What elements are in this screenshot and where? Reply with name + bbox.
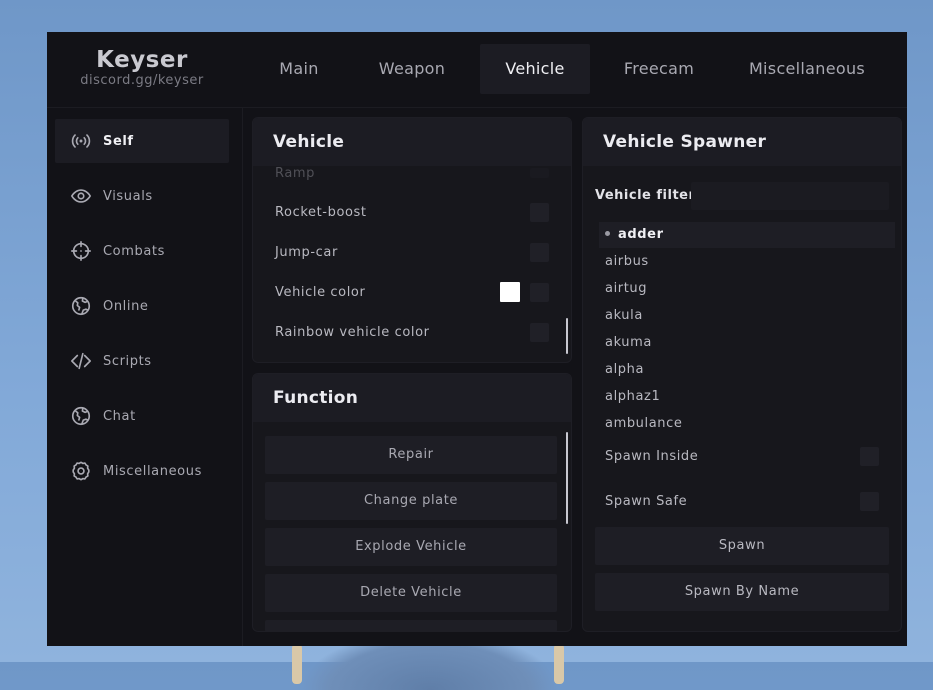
vehicle-list: adder airbus airtug akula akuma alpha al…	[599, 222, 897, 428]
vehicle-spawner-title: Vehicle Spawner	[583, 118, 901, 166]
vehicle-item-airbus[interactable]: airbus	[599, 249, 895, 275]
option-label: Spawn Inside	[605, 448, 699, 464]
spawn-safe-checkbox[interactable]	[860, 491, 879, 511]
eye-icon	[69, 184, 93, 208]
tab-main[interactable]: Main	[259, 44, 339, 94]
sidebar-item-label: Online	[103, 298, 149, 314]
jump-car-checkbox[interactable]	[530, 242, 549, 262]
vehicle-item-ambulance[interactable]: ambulance	[599, 411, 895, 428]
sidebar-item-chat[interactable]: Chat	[55, 394, 229, 438]
tab-weapon[interactable]: Weapon	[362, 44, 462, 94]
option-label: Rocket-boost	[275, 204, 367, 220]
option-spawn-inside: Spawn Inside	[605, 445, 879, 467]
rocket-boost-checkbox[interactable]	[530, 202, 549, 222]
sidebar-item-miscellaneous[interactable]: Miscellaneous	[55, 449, 229, 493]
vehicle-panel: Vehicle Ramp Rocket-boost Jump-car Vehic…	[252, 117, 572, 363]
spawn-by-name-button[interactable]: Spawn By Name	[595, 573, 889, 611]
vehicle-spawner-panel: Vehicle Spawner Vehicle filter adder air…	[582, 117, 902, 632]
selected-dot-icon	[605, 231, 610, 236]
sidebar-item-label: Scripts	[103, 353, 152, 369]
vehicle-color-swatch[interactable]	[500, 282, 520, 302]
sidebar-item-label: Chat	[103, 408, 136, 424]
repair-button[interactable]: Repair	[265, 436, 557, 474]
function-panel: Function Repair Change plate Explode Veh…	[252, 373, 572, 632]
sidebar-item-label: Miscellaneous	[103, 463, 202, 479]
globe-icon	[69, 294, 93, 318]
spawn-inside-checkbox[interactable]	[860, 446, 879, 466]
vehicle-item-akuma[interactable]: akuma	[599, 330, 895, 356]
option-label: Spawn Safe	[605, 493, 688, 509]
brand-title: Keyser	[96, 47, 188, 73]
option-rainbow-vehicle-color: Rainbow vehicle color	[275, 321, 549, 343]
vehicle-filter-input[interactable]	[691, 182, 889, 210]
brand: Keyser discord.gg/keyser	[47, 46, 237, 88]
tab-freecam[interactable]: Freecam	[609, 44, 709, 94]
globe-icon	[69, 404, 93, 428]
sidebar-item-label: Visuals	[103, 188, 153, 204]
option-label: Vehicle color	[275, 284, 366, 300]
option-jump-car: Jump-car	[275, 241, 549, 263]
delete-vehicle-button[interactable]: Delete Vehicle	[265, 574, 557, 612]
explode-vehicle-button[interactable]: Explode Vehicle	[265, 528, 557, 566]
menu-window: Keyser discord.gg/keyser Main Weapon Veh…	[47, 32, 907, 646]
sidebar-item-online[interactable]: Online	[55, 284, 229, 328]
gear-icon	[69, 459, 93, 483]
option-ramp: Ramp	[275, 162, 549, 184]
spawn-button[interactable]: Spawn	[595, 527, 889, 565]
crosshair-icon	[69, 239, 93, 263]
function-scrollbar[interactable]	[566, 432, 568, 524]
vehicle-scrollbar[interactable]	[566, 318, 568, 354]
sidebar-item-self[interactable]: Self	[55, 119, 229, 163]
sidebar: Self Visuals Combats Online Scripts Chat…	[47, 108, 243, 646]
option-label: Jump-car	[275, 244, 338, 260]
option-vehicle-color: Vehicle color	[275, 281, 549, 303]
tab-miscellaneous[interactable]: Miscellaneous	[735, 44, 879, 94]
option-label: Ramp	[275, 165, 316, 181]
vehicle-item-alpha[interactable]: alpha	[599, 357, 895, 383]
change-plate-button[interactable]: Change plate	[265, 482, 557, 520]
menu-header: Keyser discord.gg/keyser Main Weapon Veh…	[47, 32, 907, 108]
vehicle-color-checkbox[interactable]	[530, 282, 549, 302]
brand-subtitle: discord.gg/keyser	[80, 73, 204, 88]
sidebar-item-visuals[interactable]: Visuals	[55, 174, 229, 218]
ramp-checkbox[interactable]	[530, 168, 549, 178]
vehicle-panel-title: Vehicle	[253, 118, 571, 166]
vehicle-item-label: adder	[618, 227, 664, 242]
broadcast-icon	[69, 129, 93, 153]
option-spawn-safe: Spawn Safe	[605, 490, 879, 512]
code-icon	[69, 349, 93, 373]
sidebar-item-label: Self	[103, 133, 134, 149]
tab-vehicle[interactable]: Vehicle	[480, 44, 590, 94]
sidebar-item-combats[interactable]: Combats	[55, 229, 229, 273]
function-panel-title: Function	[253, 374, 571, 422]
vehicle-item-akula[interactable]: akula	[599, 303, 895, 329]
vehicle-item-alphaz1[interactable]: alphaz1	[599, 384, 895, 410]
option-rocket-boost: Rocket-boost	[275, 201, 549, 223]
rainbow-vehicle-color-checkbox[interactable]	[530, 322, 549, 342]
next-function-button[interactable]	[265, 620, 557, 631]
sidebar-item-scripts[interactable]: Scripts	[55, 339, 229, 383]
option-label: Rainbow vehicle color	[275, 324, 430, 340]
vehicle-filter-label: Vehicle filter	[595, 188, 696, 203]
vehicle-item-adder[interactable]: adder	[599, 222, 895, 248]
sidebar-item-label: Combats	[103, 243, 165, 259]
vehicle-item-airtug[interactable]: airtug	[599, 276, 895, 302]
